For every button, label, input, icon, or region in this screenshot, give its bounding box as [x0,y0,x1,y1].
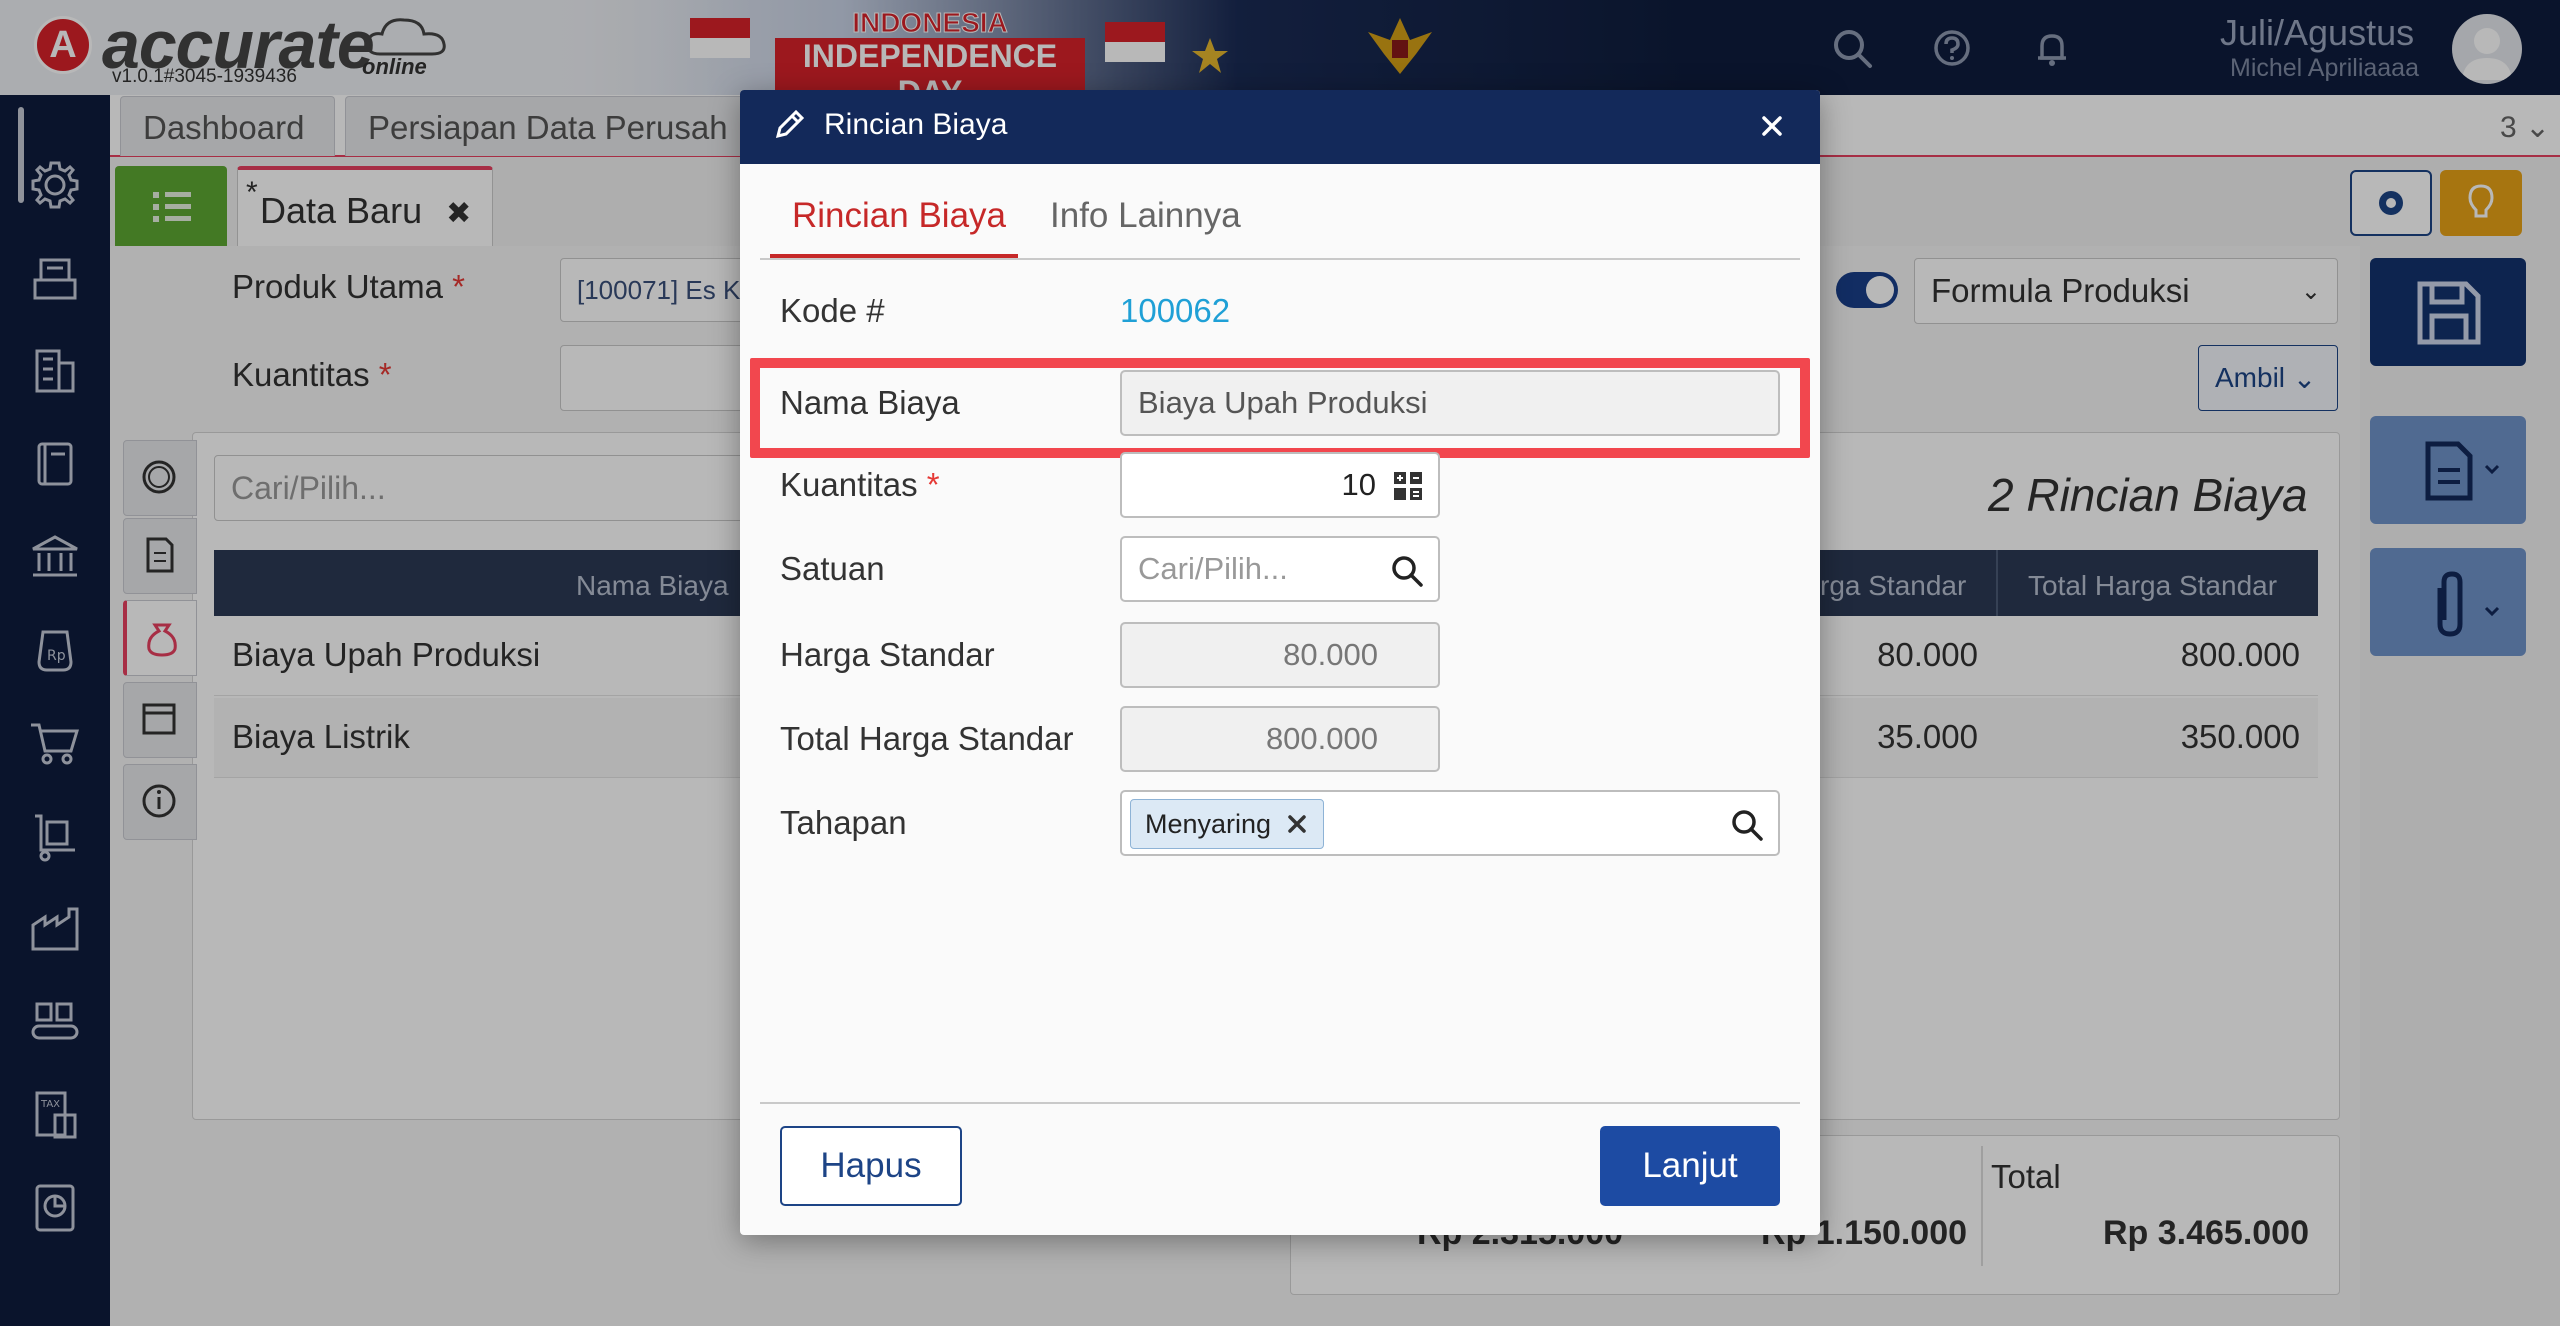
close-icon[interactable] [1752,106,1792,146]
tahapan-chip[interactable]: Menyaring [1130,799,1325,849]
lanjut-button[interactable]: Lanjut [1600,1126,1780,1206]
harga-standar-label: Harga Standar [780,636,995,673]
kuantitas-label: Kuantitas * [780,466,940,503]
kuantitas-field[interactable]: 10 [1120,452,1440,518]
kode-label: Kode # [780,292,885,329]
calculator-icon[interactable] [1392,470,1424,502]
satuan-label: Satuan [780,550,885,587]
nama-biaya-label: Nama Biaya [780,384,960,421]
total-harga-standar-field: 800.000 [1120,706,1440,772]
search-icon[interactable] [1730,808,1764,842]
pencil-icon [775,109,805,139]
search-icon[interactable] [1390,554,1424,588]
tab-info-lainnya[interactable]: Info Lainnya [1050,196,1241,236]
harga-standar-field: 80.000 [1120,622,1440,688]
tahapan-label: Tahapan [780,804,907,841]
nama-biaya-field[interactable]: Biaya Upah Produksi [1120,370,1780,436]
remove-chip-icon[interactable] [1285,812,1309,836]
kode-value: 100062 [1120,292,1231,329]
dialog-title: Rincian Biaya [824,108,1008,141]
total-harga-standar-label: Total Harga Standar [780,720,1074,757]
dialog-header: Rincian Biaya [740,90,1820,164]
rincian-biaya-dialog: Rincian Biaya Rincian Biaya Info Lainnya… [740,90,1820,1235]
hapus-button[interactable]: Hapus [780,1126,962,1206]
satuan-field[interactable]: Cari/Pilih... [1120,536,1440,602]
tab-rincian-biaya[interactable]: Rincian Biaya [792,196,1006,236]
tahapan-field[interactable]: Menyaring [1120,790,1780,856]
